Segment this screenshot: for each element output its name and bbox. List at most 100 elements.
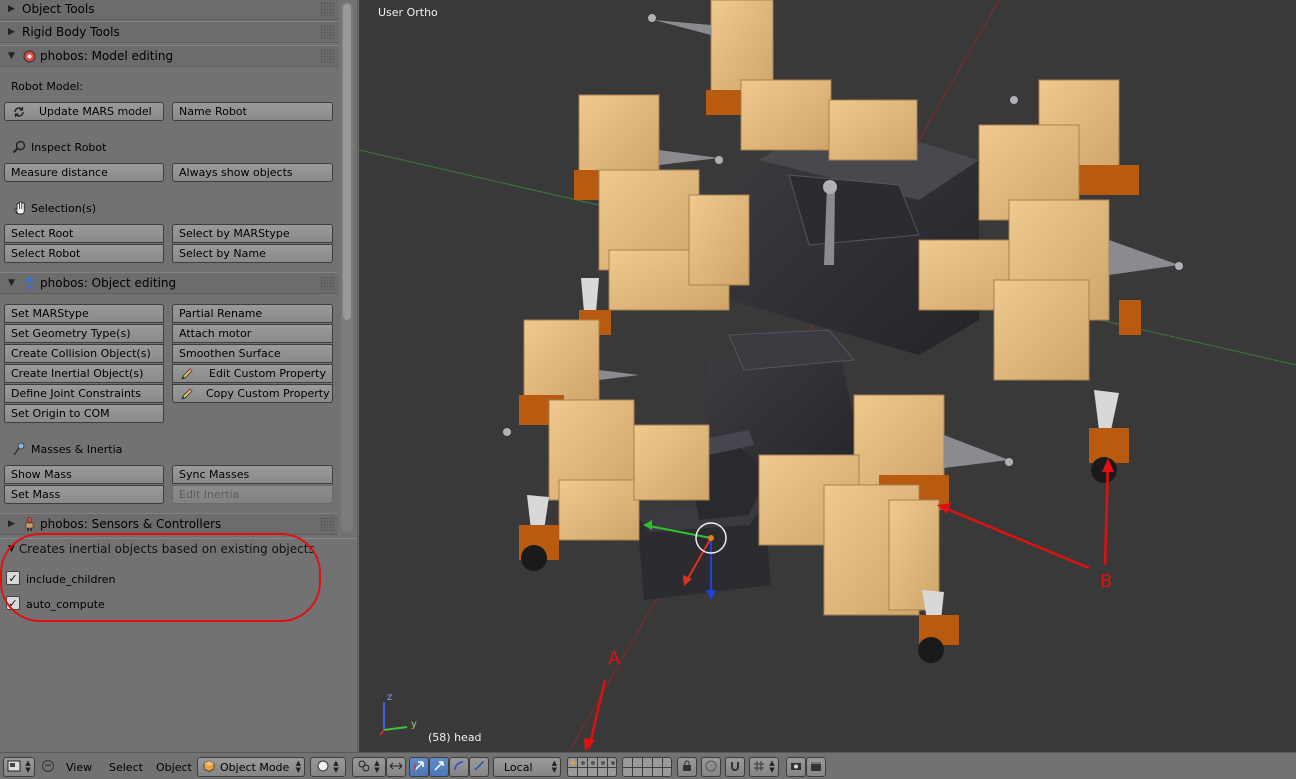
pivot-point-dropdown[interactable]: ▲ ▼	[352, 757, 386, 777]
masses-inertia-label: Masses & Inertia	[11, 441, 122, 457]
button-label: Attach motor	[179, 327, 252, 340]
button-label: Create Collision Object(s)	[11, 347, 151, 360]
tool-shelf: ▶ Object Tools ▶ Rigid Body Tools ▼ phob…	[0, 0, 358, 752]
lock-icon	[681, 760, 693, 775]
lock-camera-button[interactable]	[677, 757, 697, 777]
button-label: Select Root	[11, 227, 74, 240]
button-label: Show Mass	[11, 468, 72, 481]
select-robot-button[interactable]: Select Robot	[4, 244, 164, 263]
create-inertial-objects-button[interactable]: Create Inertial Object(s)	[4, 364, 164, 383]
section-object-tools[interactable]: ▶ Object Tools	[0, 0, 338, 20]
magnet-icon	[729, 760, 741, 775]
pivot-icon	[358, 760, 370, 775]
copy-custom-property-button[interactable]: Copy Custom Property	[172, 384, 333, 403]
select-by-name-button[interactable]: Select by Name	[172, 244, 333, 263]
view-name-label: User Ortho	[378, 6, 438, 19]
section-object-editing[interactable]: ▼ phobos: Object editing	[0, 272, 338, 294]
pencil-icon	[179, 366, 195, 382]
collapse-menu-icon[interactable]: −	[42, 760, 54, 772]
robot-model-label: Robot Model:	[11, 80, 84, 93]
button-label: Copy Custom Property	[206, 387, 330, 400]
drag-grip-icon[interactable]	[320, 517, 334, 531]
translate-manipulator-button[interactable]	[409, 757, 429, 777]
arrows-icon	[389, 760, 403, 775]
button-label: Edit Inertia	[179, 488, 240, 501]
translate-arrow-icon	[413, 760, 425, 775]
drag-grip-icon[interactable]	[320, 276, 334, 290]
drag-grip-icon[interactable]	[320, 49, 334, 63]
button-label: Set Mass	[11, 488, 61, 501]
select-menu[interactable]: Select	[109, 761, 143, 774]
attach-motor-button[interactable]: Attach motor	[172, 324, 333, 343]
active-object-label: (58) head	[428, 731, 482, 744]
object-menu[interactable]: Object	[156, 761, 192, 774]
set-geometry-types-button[interactable]: Set Geometry Type(s)	[4, 324, 164, 343]
define-joint-constraints-button[interactable]: Define Joint Constraints	[4, 384, 164, 403]
smoothen-surface-button[interactable]: Smoothen Surface	[172, 344, 333, 363]
layer-buttons-group-2[interactable]	[622, 757, 672, 777]
transform-orientation-dropdown[interactable]: Local ▲ ▼	[493, 757, 561, 777]
mode-dropdown[interactable]: Object Mode ▲ ▼	[197, 757, 305, 777]
section-model-editing[interactable]: ▼ phobos: Model editing	[0, 45, 338, 67]
proportional-circle-icon	[705, 760, 717, 775]
proportional-editing-button[interactable]	[701, 757, 721, 777]
section-sensors-controllers[interactable]: ▶ phobos: Sensors & Controllers	[0, 513, 338, 535]
axis-z-label: z	[387, 692, 393, 703]
edit-custom-property-button[interactable]: Edit Custom Property	[172, 364, 333, 383]
button-label: Set Geometry Type(s)	[11, 327, 131, 340]
render-opengl-button[interactable]	[786, 757, 806, 777]
magnifier-icon	[11, 139, 27, 155]
show-mass-button[interactable]: Show Mass	[4, 465, 164, 484]
select-by-marstype-button[interactable]: Select by MARStype	[172, 224, 333, 243]
measure-distance-button[interactable]: Measure distance	[4, 163, 164, 182]
name-robot-button[interactable]: Name Robot	[172, 102, 333, 121]
annotation-b-label: B	[1100, 571, 1113, 592]
manipulator-toggle[interactable]	[386, 757, 406, 777]
section-rigid-body-tools[interactable]: ▶ Rigid Body Tools	[0, 21, 338, 43]
button-label: Select Robot	[11, 247, 81, 260]
section-title: phobos: Model editing	[40, 49, 174, 63]
expanded-triangle-icon: ▼	[8, 51, 15, 61]
orientation-label: Local	[504, 760, 533, 774]
editor-type-button[interactable]: ▲ ▼	[3, 757, 35, 777]
pencil-icon	[179, 386, 195, 402]
always-show-objects-button[interactable]: Always show objects	[172, 163, 333, 182]
3d-viewport[interactable]: z y User Ortho (58) head A B	[359, 0, 1296, 752]
expanded-triangle-icon: ▼	[8, 278, 15, 288]
updown-arrows-icon: ▲ ▼	[25, 759, 31, 774]
camera-icon	[790, 760, 802, 775]
drag-grip-icon[interactable]	[320, 2, 334, 16]
refresh-icon	[11, 104, 27, 120]
3d-scene[interactable]	[359, 0, 1296, 752]
select-root-button[interactable]: Select Root	[4, 224, 164, 243]
mode-label: Object Mode	[220, 760, 290, 774]
rotate-manipulator-button[interactable]	[449, 757, 469, 777]
drag-grip-icon[interactable]	[320, 25, 334, 39]
snap-toggle-button[interactable]	[725, 757, 745, 777]
sync-masses-button[interactable]: Sync Masses	[172, 465, 333, 484]
render-animation-button[interactable]	[806, 757, 826, 777]
section-title: phobos: Sensors & Controllers	[40, 517, 222, 531]
3d-view-header: ▲ ▼ − View Select Object Object Mode ▲ ▼ ▲…	[0, 752, 1296, 779]
layer-buttons-group-1[interactable]	[567, 757, 617, 777]
partial-rename-button[interactable]: Partial Rename	[172, 304, 333, 323]
viewport-shading-dropdown[interactable]: ▲ ▼	[310, 757, 346, 777]
button-label: Define Joint Constraints	[11, 387, 141, 400]
axis-widget	[379, 702, 408, 736]
create-collision-objects-button[interactable]: Create Collision Object(s)	[4, 344, 164, 363]
update-mars-model-button[interactable]: Update MARS model	[4, 102, 164, 121]
set-mass-button[interactable]: Set Mass	[4, 485, 164, 504]
selections-label: Selection(s)	[11, 200, 96, 216]
panel-scrollbar-thumb[interactable]	[343, 4, 351, 320]
set-origin-to-com-button[interactable]: Set Origin to COM	[4, 404, 164, 423]
snap-element-dropdown[interactable]: ▲ ▼	[749, 757, 779, 777]
collapsed-triangle-icon: ▶	[8, 4, 15, 14]
cube-view-icon	[7, 760, 21, 775]
button-label: Name Robot	[179, 105, 247, 118]
robot-icon	[22, 517, 36, 531]
scale-manipulator-button[interactable]	[469, 757, 489, 777]
view-menu[interactable]: View	[66, 761, 92, 774]
translate-arrow-button[interactable]	[429, 757, 449, 777]
set-marstype-button[interactable]: Set MARStype	[4, 304, 164, 323]
annotation-a-label: A	[608, 648, 621, 669]
